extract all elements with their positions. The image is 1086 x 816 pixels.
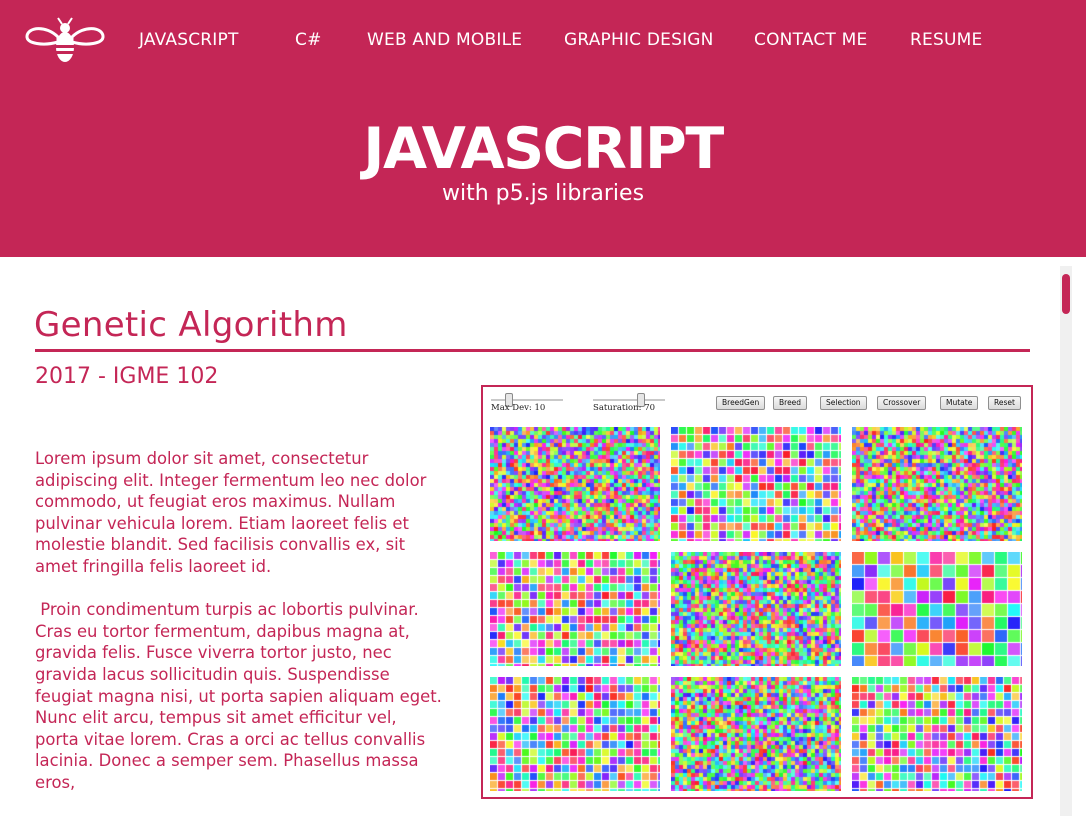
nav-contact-me[interactable]: CONTACT ME bbox=[754, 30, 867, 50]
pattern-grid[interactable] bbox=[852, 552, 1022, 666]
hero-subtitle: with p5.js libraries bbox=[441, 181, 645, 206]
nav-csharp[interactable]: C# bbox=[295, 30, 322, 50]
project-subtitle: 2017 - IGME 102 bbox=[35, 364, 219, 389]
pattern-grid[interactable] bbox=[852, 427, 1022, 541]
pattern-grid[interactable] bbox=[490, 427, 660, 541]
bee-icon[interactable] bbox=[24, 15, 106, 67]
description-paragraph: Proin condimentum turpis ac lobortis pul… bbox=[35, 600, 448, 792]
nav-web-and-mobile[interactable]: WEB AND MOBILE bbox=[367, 30, 522, 50]
scrollbar[interactable] bbox=[1060, 266, 1072, 816]
breedgen-button[interactable]: BreedGen bbox=[716, 396, 766, 410]
nav-javascript[interactable]: JAVASCRIPT bbox=[139, 30, 239, 50]
pattern-grid[interactable] bbox=[490, 552, 660, 666]
nav-graphic-design[interactable]: GRAPHIC DESIGN bbox=[564, 30, 714, 50]
project-title: Genetic Algorithm bbox=[34, 305, 348, 345]
site-header: JAVASCRIPT C# WEB AND MOBILE GRAPHIC DES… bbox=[0, 0, 1086, 257]
scrollbar-thumb[interactable] bbox=[1062, 274, 1070, 314]
project-description: Lorem ipsum dolor sit amet, consectetur … bbox=[35, 448, 445, 815]
max-dev-slider[interactable] bbox=[491, 393, 563, 407]
saturation-slider[interactable] bbox=[593, 393, 665, 407]
pattern-grid[interactable] bbox=[671, 677, 841, 791]
mutate-button[interactable]: Mutate bbox=[940, 396, 979, 410]
description-paragraph: Lorem ipsum dolor sit amet, consectetur … bbox=[35, 449, 432, 576]
selection-button[interactable]: Selection bbox=[820, 396, 867, 410]
hero-title: JAVASCRIPT bbox=[363, 116, 724, 182]
title-divider bbox=[35, 349, 1030, 352]
saturation-label: Saturation: 70 bbox=[593, 403, 656, 413]
pattern-grid[interactable] bbox=[852, 677, 1022, 791]
sketch-preview[interactable]: Max Dev: 10 Saturation: 70 BreedGen Bree… bbox=[481, 385, 1033, 799]
crossover-button[interactable]: Crossover bbox=[877, 396, 927, 410]
reset-button[interactable]: Reset bbox=[988, 396, 1021, 410]
breed-button[interactable]: Breed bbox=[773, 396, 808, 410]
pattern-grid[interactable] bbox=[490, 677, 660, 791]
max-dev-label: Max Dev: 10 bbox=[491, 403, 546, 413]
pattern-grid[interactable] bbox=[671, 427, 841, 541]
nav-resume[interactable]: RESUME bbox=[910, 30, 982, 50]
pattern-grid[interactable] bbox=[671, 552, 841, 666]
